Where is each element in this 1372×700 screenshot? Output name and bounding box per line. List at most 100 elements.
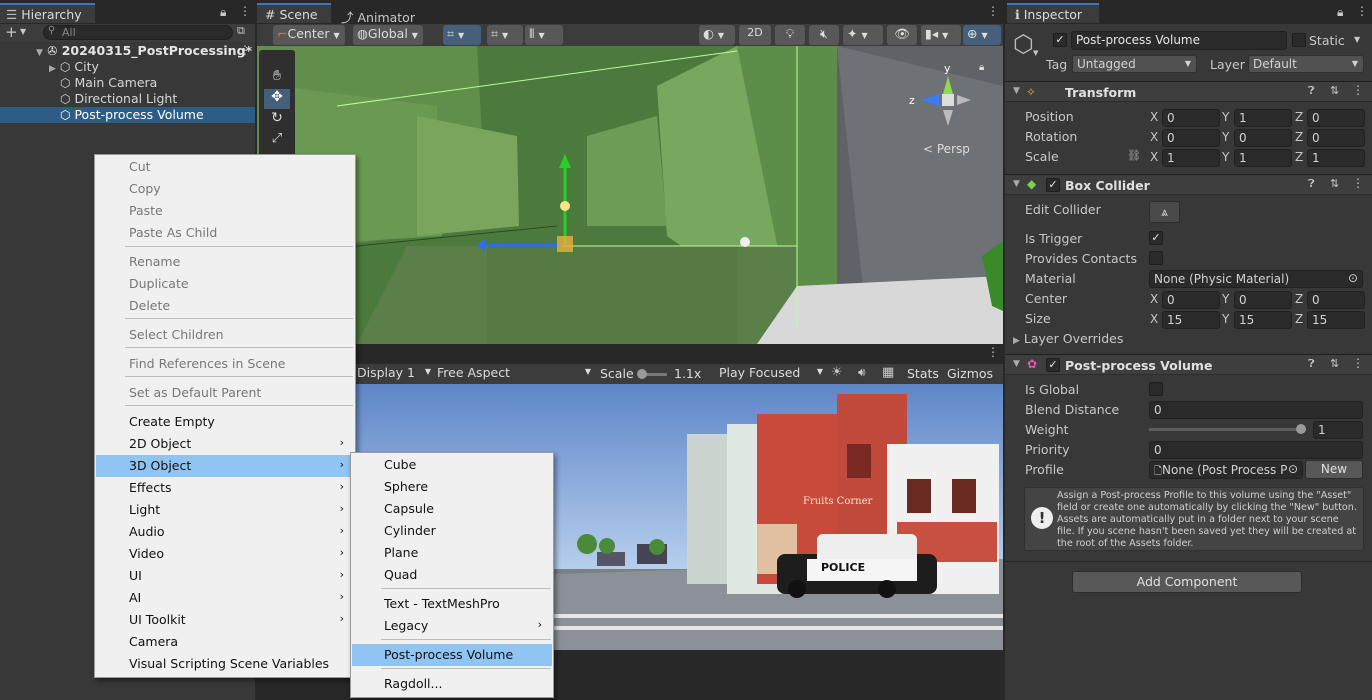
weight-field[interactable]: 1 <box>1313 421 1363 439</box>
center-x-field[interactable]: 0 <box>1162 291 1220 309</box>
game-more-icon[interactable]: ⋮ <box>987 345 999 359</box>
bug-icon[interactable]: ☀ <box>831 365 843 380</box>
component-menu-icon[interactable]: ⋮ <box>1352 176 1364 190</box>
lighting-toggle[interactable]: 💡︎ <box>775 25 805 45</box>
submenu-item-sphere[interactable]: Sphere <box>352 476 552 498</box>
scale-slider[interactable] <box>636 369 667 379</box>
play-mode-dropdown[interactable]: Play Focused ▼ <box>719 365 823 380</box>
transform-header[interactable]: ▼ ⟡ Transform ❓︎ ⇅ ⋮ <box>1005 81 1372 102</box>
static-dropdown-icon[interactable]: ▼ <box>1354 35 1360 44</box>
more-icon[interactable]: ⋮ <box>239 4 251 18</box>
dropdown-icon[interactable]: ▼ <box>20 27 26 36</box>
is-global-checkbox[interactable] <box>1149 382 1163 396</box>
edit-collider-button[interactable]: ⩓ <box>1149 201 1180 223</box>
help-icon[interactable]: ❓︎ <box>1308 357 1315 371</box>
search-options-icon[interactable]: ⧉ <box>237 24 245 38</box>
new-profile-button[interactable]: New <box>1305 460 1363 479</box>
tab-inspector[interactable]: ℹ Inspector <box>1007 3 1099 23</box>
aspect-dropdown[interactable]: Free Aspect ▼ <box>437 365 591 380</box>
2d-toggle[interactable]: 2D <box>739 25 771 45</box>
scale-slider-knob[interactable] <box>636 369 647 379</box>
submenu-item-quad[interactable]: Quad <box>352 564 552 586</box>
rotate-tool-icon[interactable]: ↻ <box>264 110 290 130</box>
hierarchy-item-directional-light[interactable]: ⬡ Directional Light <box>60 91 177 107</box>
active-checkbox[interactable]: ✓ <box>1053 33 1067 47</box>
scene-more-icon[interactable]: ⋮ <box>987 4 999 18</box>
icon-dropdown-icon[interactable]: ▼ <box>1033 49 1038 57</box>
audio-toggle[interactable]: 🔇︎ <box>809 25 839 45</box>
help-icon[interactable]: ❓︎ <box>1308 177 1315 191</box>
tab-scene[interactable]: # Scene <box>257 3 331 23</box>
stats-button[interactable]: Stats <box>907 366 939 381</box>
foldout-icon[interactable]: ▼ <box>1013 179 1020 189</box>
shading-dropdown[interactable]: ◐ ▼ <box>699 25 735 45</box>
camera-dropdown[interactable]: ▮◂ ▼ <box>921 25 961 45</box>
display-dropdown[interactable]: Display 1 ▼ <box>357 365 431 380</box>
provides-contacts-checkbox[interactable] <box>1149 251 1163 265</box>
axis-neg-y-cone[interactable] <box>943 110 953 126</box>
add-component-button[interactable]: Add Component <box>1072 571 1302 593</box>
space-dropdown[interactable]: ◍Global ▼ <box>353 25 423 45</box>
menu-item-light[interactable]: Light › <box>96 499 354 521</box>
lock-icon[interactable]: 🔒︎ <box>220 5 226 20</box>
menu-item-ai[interactable]: AI › <box>96 587 354 609</box>
menu-item-2d-object[interactable]: 2D Object › <box>96 433 354 455</box>
object-name-field[interactable]: Post-process Volume <box>1071 31 1287 50</box>
axis-y-cone[interactable] <box>943 76 953 94</box>
scale-tool-icon[interactable]: ⤢ <box>264 131 290 151</box>
size-x-field[interactable]: 15 <box>1162 311 1220 329</box>
submenu-item-post-process-volume[interactable]: Post-process Volume <box>352 644 552 666</box>
visibility-toggle[interactable]: 👁︎ <box>887 25 917 45</box>
menu-item-visual-scripting-scene-variables[interactable]: Visual Scripting Scene Variables <box>96 653 354 675</box>
static-checkbox[interactable] <box>1292 33 1306 47</box>
submenu-item-text-textmeshpro[interactable]: Text - TextMeshPro <box>352 593 552 615</box>
scene-root[interactable]: ▼ ✇ 20240315_PostProcessing* <box>36 43 252 59</box>
menu-item-create-empty[interactable]: Create Empty <box>96 411 354 433</box>
submenu-item-cylinder[interactable]: Cylinder <box>352 520 552 542</box>
menu-item-camera[interactable]: Camera <box>96 631 354 653</box>
hand-tool-icon[interactable]: ✋︎ <box>264 68 290 88</box>
menu-item-ui[interactable]: UI › <box>96 565 354 587</box>
constrain-scale-icon[interactable]: ⛓︎ <box>1127 149 1141 162</box>
tab-animator[interactable]: ⤴ Animator <box>333 3 423 25</box>
component-menu-icon[interactable]: ⋮ <box>1352 356 1364 370</box>
position-x-field[interactable]: 0 <box>1162 109 1220 127</box>
size-y-field[interactable]: 15 <box>1234 311 1292 329</box>
rotation-x-field[interactable]: 0 <box>1162 129 1220 147</box>
center-z-field[interactable]: 0 <box>1307 291 1365 309</box>
foldout-icon[interactable]: ▼ <box>1013 359 1020 369</box>
foldout-icon[interactable]: ▼ <box>1013 86 1020 96</box>
object-picker-icon[interactable]: ⊙ <box>1348 271 1358 285</box>
scale-z-field[interactable]: 1 <box>1307 149 1365 167</box>
menu-item-3d-object[interactable]: 3D Object › <box>96 455 354 477</box>
menu-item-ui-toolkit[interactable]: UI Toolkit › <box>96 609 354 631</box>
box-collider-header[interactable]: ▼ ◆ ✓ Box Collider ❓︎ ⇅ ⋮ <box>1005 174 1372 195</box>
rotation-y-field[interactable]: 0 <box>1234 129 1292 147</box>
menu-item-effects[interactable]: Effects › <box>96 477 354 499</box>
hierarchy-item-post-process-volume[interactable]: ⬡ Post-process Volume <box>60 107 204 123</box>
gizmos-button[interactable]: Gizmos <box>947 366 993 381</box>
material-field[interactable]: None (Physic Material) ⊙ <box>1149 270 1363 288</box>
axis-neg-x-cone[interactable] <box>957 95 971 105</box>
inspector-lock-icon[interactable]: 🔒︎ <box>1337 5 1343 20</box>
weight-slider[interactable] <box>1149 424 1306 434</box>
effects-dropdown[interactable]: ✦ ▼ <box>843 25 883 45</box>
hierarchy-item-city[interactable]: ▶ ⬡ City <box>49 59 99 75</box>
inspector-more-icon[interactable]: ⋮ <box>1356 4 1368 18</box>
layer-overrides-foldout[interactable]: ▶ Layer Overrides <box>1013 331 1123 346</box>
layer-dropdown[interactable]: Default ▼ <box>1248 55 1364 73</box>
hierarchy-item-main-camera[interactable]: ⬡ Main Camera <box>60 75 157 91</box>
size-z-field[interactable]: 15 <box>1307 311 1365 329</box>
rotation-z-field[interactable]: 0 <box>1307 129 1365 147</box>
submenu-item-capsule[interactable]: Capsule <box>352 498 552 520</box>
scene-viewport[interactable]: ✋︎ ✥ ↻ ⤢ y z < Persp 🔒︎ <box>257 46 1003 344</box>
submenu-item-legacy[interactable]: Legacy › <box>352 615 552 637</box>
preset-icon[interactable]: ⇅ <box>1330 357 1339 370</box>
stats-grid-icon[interactable]: ▦ <box>882 365 894 380</box>
help-icon[interactable]: ❓︎ <box>1308 84 1315 98</box>
priority-field[interactable]: 0 <box>1149 441 1363 459</box>
align-button[interactable]: ⦀ ▼ <box>525 25 563 45</box>
box-collider-enabled-checkbox[interactable]: ✓ <box>1046 178 1060 192</box>
tag-dropdown[interactable]: Untagged ▼ <box>1072 55 1197 73</box>
component-menu-icon[interactable]: ⋮ <box>1352 83 1364 97</box>
